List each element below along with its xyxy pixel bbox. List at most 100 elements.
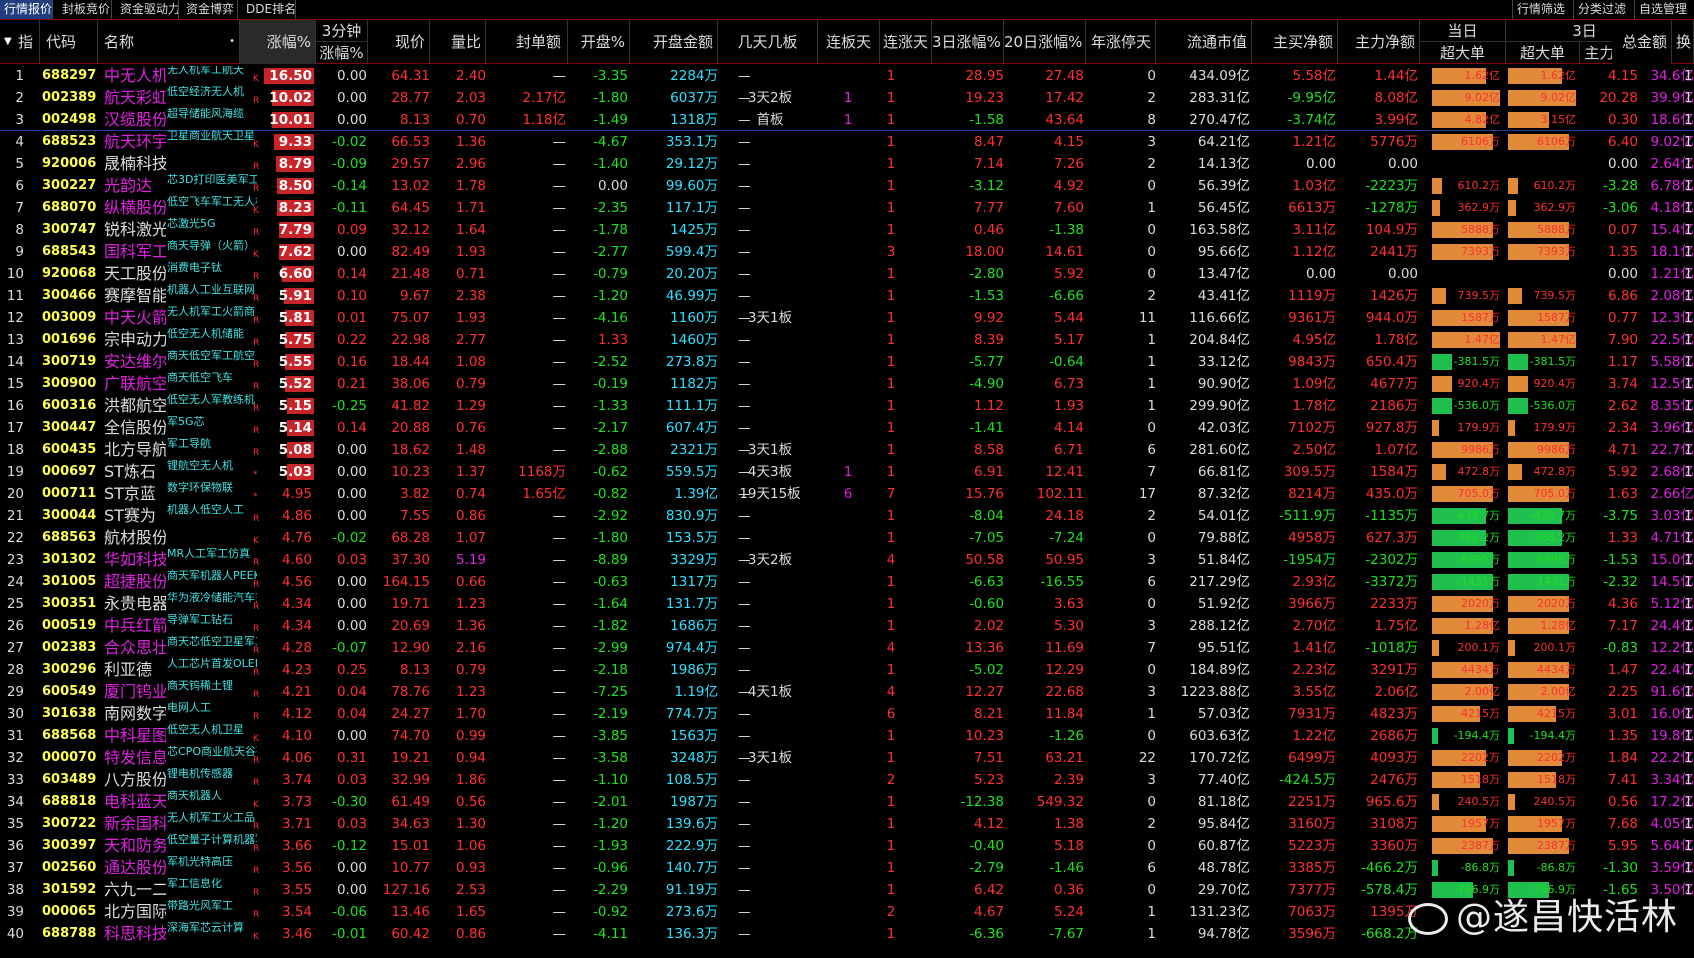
change-pct: 3.46 — [281, 926, 312, 942]
consecutive-up: 1 — [886, 112, 896, 128]
btn-quote-filter[interactable]: 行情筛选 — [1512, 0, 1569, 19]
table-row[interactable]: 11 300466 赛摩智能 机器人工业互联网 R 5.91 0.10 9.67 2.38— -1… — [0, 284, 1694, 307]
table-row[interactable]: 17 300447 全信股份 军5G芯 R 5.14 0.14 20.88 0.76— -2.17… — [0, 416, 1694, 439]
stock-name: 利亚德 — [104, 660, 153, 679]
table-row[interactable]: 31 688568 中科星图 低空无人机卫星 K 4.10 0.00 74.70 0.99— -3… — [0, 724, 1694, 747]
change-pct: 7.62 — [278, 244, 312, 260]
float-mcap: 184.89亿 — [1189, 662, 1250, 678]
header-name[interactable]: 名称 • — [98, 20, 240, 64]
seal-amount: — — [552, 200, 567, 216]
header-float-mcap[interactable]: 流通市值 — [1156, 20, 1252, 64]
header-price[interactable]: 现价 — [368, 20, 430, 64]
table-row[interactable]: 20 000711 ST京蓝 数字环保物联 * 4.95 0.00 3.82 0.74 1.65亿… — [0, 482, 1694, 505]
three-day-change: -5.77 — [969, 354, 1004, 370]
twenty-day-change: 6.71 — [1053, 442, 1084, 458]
table-row[interactable]: 21 300044 ST赛为 机器人低空人工 R 4.86 0.00 7.55 0.86— -2.… — [0, 504, 1694, 527]
three-day-change: 8.58 — [973, 442, 1004, 458]
table-row[interactable]: 37 002560 通达股份 军机光特高压 R 3.56 0.00 10.77 0.93— -0.… — [0, 856, 1694, 879]
header-3min-top[interactable]: 3分钟 — [316, 20, 368, 42]
super-order-value: 3.15亿 — [1540, 113, 1577, 126]
table-row[interactable]: 24301005超捷股份商天军机器人PEEK卫星R4.560.00164.150… — [0, 570, 1694, 593]
table-row[interactable]: 12 003009 中天火箭 无人机军工火箭商 R 5.81 0.01 75.07 1.93— -… — [0, 306, 1694, 329]
tab-quotes[interactable]: 行情报价 — [0, 0, 53, 19]
table-row[interactable]: 3 002498 汉缆股份 超导储能风海缆 10.01 0.00 8.13 0.70 1.18亿… — [0, 108, 1694, 131]
table-row[interactable]: 33 603489 八方股份 锂电机传感器 R 3.74 0.03 32.99 1.86— -1.… — [0, 768, 1694, 791]
stock-code: 002560 — [42, 860, 96, 875]
table-row[interactable]: 32 000070 特发信息 芯CPO商业航天谷歌 R 4.06 0.31 19.21 0.94… — [0, 746, 1694, 769]
table-row[interactable]: 23 301302 华如科技 MR人工军工仿真 R 4.60 0.03 37.30 5.19— -… — [0, 548, 1694, 571]
tab-dde-rank[interactable]: DDE排名 — [242, 0, 296, 19]
header-consecutive-limit[interactable]: 连板天 — [818, 20, 880, 64]
table-row[interactable]: 15 300900 广联航空 商天低空飞车 R 5.52 0.21 38.06 0.79— -0.… — [0, 372, 1694, 395]
turnover-partial: 1 — [1684, 838, 1693, 854]
concept-tags: 卫星商业航天卫星 — [167, 130, 255, 142]
header-code[interactable]: 代码 — [40, 20, 98, 64]
header-3day-pct[interactable]: 3日涨幅% — [932, 20, 1004, 64]
table-row[interactable]: 16 600316 洪都航空 低空无人军教练机 R 5.15 -0.25 41.82 1.29—… — [0, 394, 1694, 417]
main-net: -578.4万 — [1360, 882, 1418, 898]
open-pct: -1.78 — [593, 222, 628, 238]
header-volume-ratio[interactable]: 量比 — [430, 20, 486, 64]
table-row[interactable]: 14 300719 安达维尔 商天低空军工航空 R 5.55 0.16 18.44 1.08— -… — [0, 350, 1694, 373]
btn-category-filter[interactable]: 分类过滤 — [1573, 0, 1630, 19]
super-order-value: 2202万 — [1461, 751, 1500, 764]
float-mcap: 94.78亿 — [1197, 926, 1250, 942]
table-row[interactable]: 18 600435 北方导航 军工导航 R 5.08 0.00 18.62 1.48— -2.88… — [0, 438, 1694, 461]
table-row[interactable]: 9 688543 国科军工 商天导弹（火箭） K 7.62 0.00 82.49 1.93— -2… — [0, 240, 1694, 263]
tab-seal-bid[interactable]: 封板竞价 — [58, 0, 112, 19]
twenty-day-change: 1.38 — [1053, 816, 1084, 832]
header-main-net[interactable]: 主力净额 — [1338, 20, 1420, 64]
stock-code: 600316 — [42, 398, 96, 413]
header-index[interactable]: ▼ 指 — [0, 20, 40, 64]
main-ratio: 4.71 — [1607, 442, 1638, 458]
btn-watchlist-manage[interactable]: 自选管理 — [1634, 0, 1691, 19]
stock-code: 688523 — [42, 134, 96, 149]
table-row[interactable]: 1 688297 中无人机 无人机军工航天 K 16.50 0.00 64.31 2.40— -3… — [0, 66, 1694, 87]
header-3min-bottom[interactable]: 涨幅% — [316, 42, 368, 64]
table-row[interactable]: 4 688523 航天环宇 卫星商业航天卫星 K 9.33 -0.02 66.53 1.36— -… — [0, 130, 1694, 153]
table-row[interactable]: 29 600549 厦门钨业 商天钨稀土锂 R 4.21 0.04 78.76 1.23— -7.… — [0, 680, 1694, 703]
header-main-buy-net[interactable]: 主买净额 — [1252, 20, 1338, 64]
tab-capital-drive[interactable]: 资金驱动力 — [116, 0, 179, 19]
header-open-pct[interactable]: 开盘% — [568, 20, 630, 64]
header-20day-pct[interactable]: 20日涨幅% — [1004, 20, 1086, 64]
tab-capital-game[interactable]: 资金博弈 — [182, 0, 238, 19]
table-row[interactable]: 6 300227 光韵达 芯3D打印医美军工 R 8.50 -0.14 13.02 1.78—0… — [0, 174, 1694, 197]
table-row[interactable]: 34 688818 电科蓝天 商天机器人 K 3.73 -0.30 61.49 0.56— -2.… — [0, 790, 1694, 813]
table-row[interactable]: 19 000697 ST炼石 锂航空无人机 * 5.03 0.00 10.23 1.37 1168… — [0, 460, 1694, 483]
header-turnover[interactable]: 换 — [1672, 20, 1694, 64]
header-3day-super[interactable]: 超大单 — [1506, 42, 1580, 64]
header-seal-amount[interactable]: 封单额 — [486, 20, 568, 64]
table-row[interactable]: 35 300722 新余国科 无人机军工火工品 R 3.71 0.03 34.63 1.30— -… — [0, 812, 1694, 835]
header-today[interactable]: 当日 — [1420, 20, 1506, 42]
table-row[interactable]: 10 920068 天工股份 消费电子钛 R 6.60 0.14 21.48 0.71— -0.7… — [0, 262, 1694, 285]
seal-amount: — — [552, 156, 567, 172]
twenty-day-change: -1.46 — [1049, 860, 1084, 876]
table-row[interactable]: 2 002389 航天彩虹 低空经济无人机 R 10.02 0.00 28.77 2.03 2.1… — [0, 86, 1694, 109]
table-row[interactable]: 22 688563 航材股份 K 4.76 -0.02 68.28 1.07— -1.80 153… — [0, 527, 1694, 549]
header-consecutive-up[interactable]: 连涨天 — [880, 20, 932, 64]
main-ratio: -1.30 — [1603, 860, 1638, 876]
table-row[interactable]: 30 301638 南网数字 电网人工 R 4.12 0.04 24.27 1.70— -2.19… — [0, 702, 1694, 725]
table-row[interactable]: 8 300747 锐科激光 芯激光5G R 7.79 0.09 32.12 1.64— -1.78… — [0, 218, 1694, 241]
header-total-amount[interactable]: 总金额 — [1612, 20, 1672, 64]
volume-ratio: 1.86 — [455, 772, 486, 788]
change-pct: 8.79 — [278, 156, 312, 172]
header-year-limit-days[interactable]: 年涨停天 — [1086, 20, 1156, 64]
float-mcap: 51.84亿 — [1197, 552, 1250, 568]
table-row[interactable]: 5 920006 晟楠科技 R 8.79 -0.09 29.57 2.96— -1.40 29.1… — [0, 153, 1694, 175]
seal-amount: — — [552, 904, 567, 920]
header-days-boards[interactable]: 几天几板 — [718, 20, 818, 64]
table-row[interactable]: 26 000519 中兵红箭 导弹军工钻石 R 4.34 0.00 20.69 1.36— -1.… — [0, 614, 1694, 637]
table-row[interactable]: 13 001696 宗申动力 低空无人机储能 R 5.75 0.22 22.98 2.77—1.… — [0, 328, 1694, 351]
table-row[interactable]: 27 002383 合众思壮 商天芯低空卫星军工 R 4.28 -0.07 12.90 2.16… — [0, 636, 1694, 659]
table-row[interactable]: 28 300296 利亚德 人工芯片首发OLED R 4.23 0.25 8.13 0.79— -… — [0, 658, 1694, 681]
table-row[interactable]: 36300397天和防务低空量子计算机器军工R3.66-0.1215.011.0… — [0, 834, 1694, 857]
header-change-pct[interactable]: 涨幅% — [240, 20, 316, 64]
header-today-super[interactable]: 超大单 — [1420, 42, 1506, 64]
three-day-change: -2.80 — [969, 266, 1004, 282]
table-row[interactable]: 7 688070 纵横股份 低空飞车军工无人机 K 8.23 -0.11 64.45 1.71—… — [0, 196, 1694, 219]
table-row[interactable]: 25300351永贵电器华为液冷储能汽车充新能源R4.340.0019.711.… — [0, 592, 1694, 615]
header-open-amount[interactable]: 开盘金额 — [630, 20, 718, 64]
turnover-partial: 1 — [1684, 552, 1693, 568]
